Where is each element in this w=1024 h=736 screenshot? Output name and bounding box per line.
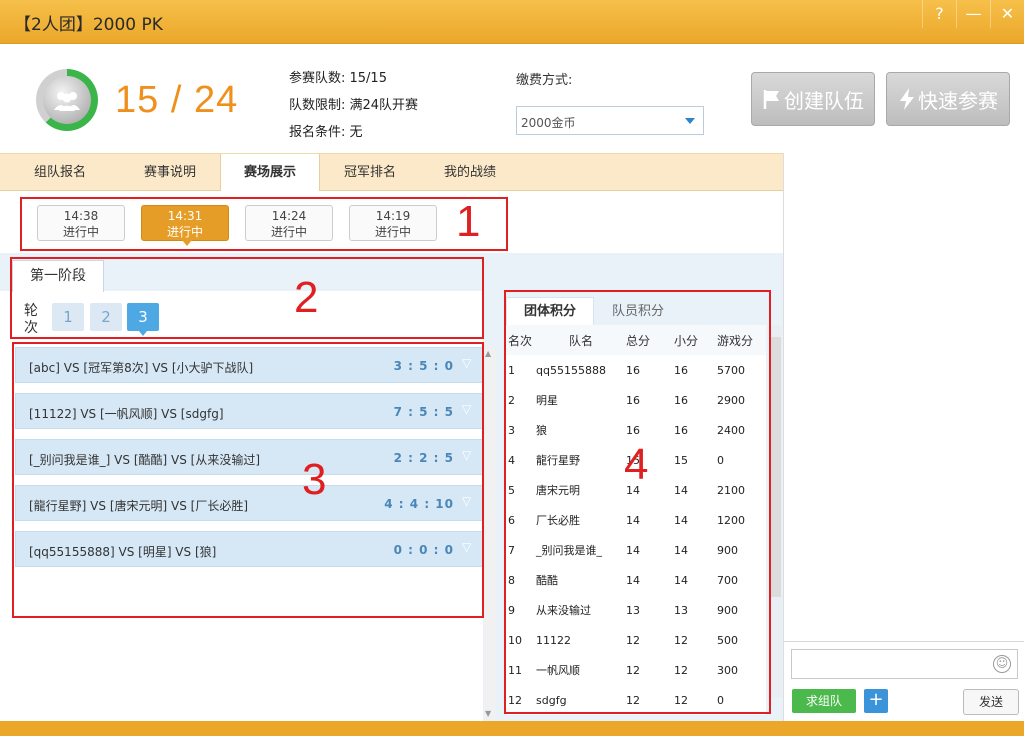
close-button[interactable]: ✕ <box>990 0 1024 28</box>
window-controls: ? — ✕ <box>922 0 1024 30</box>
quick-join-label: 快速参赛 <box>918 88 998 113</box>
chat-panel: ☺ 求组队 + 发送 <box>783 153 1024 721</box>
chevron-down-icon <box>685 118 695 124</box>
scroll-thumb[interactable] <box>771 337 781 597</box>
title-bar: 【2人团】2000 PK ? — ✕ <box>0 0 1024 44</box>
quick-join-button[interactable]: 快速参赛 <box>886 72 1010 126</box>
annotation-box-2 <box>10 257 484 339</box>
match-info: 参赛队数: 15/15 队数限制: 满24队开赛 报名条件: 无 <box>289 65 418 146</box>
tab-rules[interactable]: 赛事说明 <box>120 154 220 191</box>
annotation-label-1: 1 <box>456 197 481 246</box>
lightning-icon <box>900 88 914 110</box>
pay-method-label: 缴费方式: <box>516 73 573 88</box>
scroll-up-arrow[interactable]: ▲ <box>485 349 495 358</box>
main-tabs: 组队报名 赛事说明 赛场展示 冠军排名 我的战绩 <box>0 153 783 192</box>
standings-scrollbar[interactable] <box>770 325 782 697</box>
minimize-button[interactable]: — <box>956 0 990 28</box>
annotation-label-4: 4 <box>624 440 649 489</box>
pay-method-value: 2000金币 <box>521 116 576 130</box>
info-teams: 参赛队数: 15/15 <box>289 71 387 86</box>
bottom-bar <box>0 721 1024 736</box>
annotation-label-2: 2 <box>294 273 319 322</box>
tab-my-record[interactable]: 我的战绩 <box>420 154 520 191</box>
tab-champion-rank[interactable]: 冠军排名 <box>320 154 420 191</box>
create-team-button[interactable]: 创建队伍 <box>751 72 875 126</box>
info-limit: 队数限制: 满24队开赛 <box>289 98 419 113</box>
help-button[interactable]: ? <box>922 0 956 28</box>
window-title: 【2人团】2000 PK <box>14 15 163 35</box>
seek-team-button[interactable]: 求组队 <box>792 689 856 713</box>
tab-arena[interactable]: 赛场展示 <box>220 154 320 192</box>
chat-input[interactable]: ☺ <box>791 649 1018 679</box>
team-progress-ring <box>36 69 98 131</box>
create-team-label: 创建队伍 <box>784 88 864 113</box>
annotation-box-4 <box>504 290 771 714</box>
team-count: 15 / 24 <box>115 79 239 121</box>
people-icon <box>54 92 80 111</box>
chat-divider <box>784 641 1024 642</box>
info-condition: 报名条件: 无 <box>289 125 363 140</box>
flag-icon <box>763 90 779 109</box>
tab-team-signup[interactable]: 组队报名 <box>0 154 120 191</box>
match-list-scrollbar[interactable]: ▲ ▼ <box>484 347 496 719</box>
pay-method-select[interactable]: 2000金币 <box>516 106 704 135</box>
send-button[interactable]: 发送 <box>963 689 1019 715</box>
annotation-box-3 <box>12 342 484 618</box>
group-icon <box>43 76 91 124</box>
match-header: 15 / 24 参赛队数: 15/15 队数限制: 满24队开赛 报名条件: 无… <box>0 45 1024 153</box>
scroll-down-arrow[interactable]: ▼ <box>485 709 495 718</box>
emoji-icon[interactable]: ☺ <box>993 655 1011 673</box>
annotation-label-3: 3 <box>302 455 327 504</box>
annotation-box-1 <box>20 197 508 251</box>
add-button[interactable]: + <box>864 689 888 713</box>
